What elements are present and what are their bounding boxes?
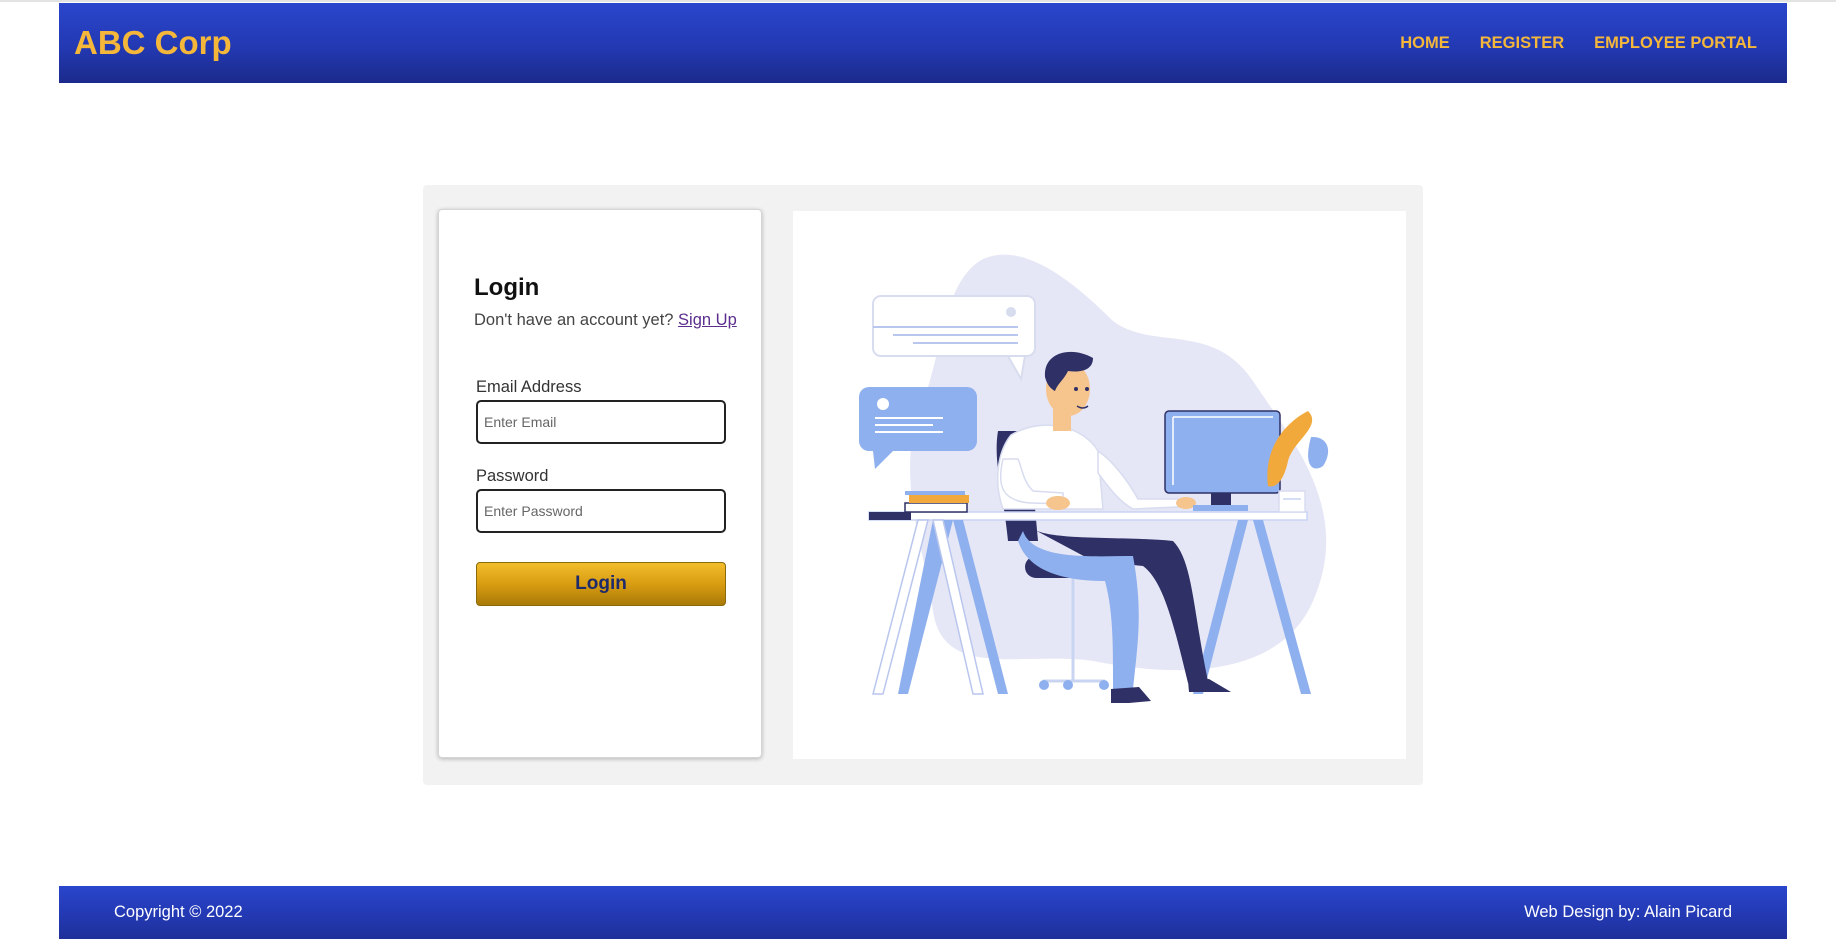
email-field[interactable] (476, 400, 726, 444)
login-card: Login Don't have an account yet? Sign Up… (438, 209, 762, 758)
nav-home[interactable]: HOME (1400, 34, 1450, 53)
person-at-desk-illustration (859, 254, 1329, 703)
nav-employee-portal[interactable]: EMPLOYEE PORTAL (1594, 34, 1757, 53)
password-label: Password (476, 467, 549, 485)
site-footer: Copyright © 2022 Web Design by: Alain Pi… (59, 886, 1787, 939)
login-title: Login (474, 274, 540, 301)
password-field[interactable] (476, 489, 726, 533)
email-label: Email Address (476, 378, 582, 396)
design-credit: Web Design by: Alain Picard (1524, 903, 1732, 921)
desk-illustration (793, 211, 1406, 759)
top-rule (0, 0, 1836, 2)
site-header: ABC Corp HOME REGISTER EMPLOYEE PORTAL (59, 3, 1787, 83)
copyright-text: Copyright © 2022 (114, 903, 243, 921)
nav-register[interactable]: REGISTER (1480, 34, 1564, 53)
login-panel: Login Don't have an account yet? Sign Up… (423, 185, 1423, 785)
login-button[interactable]: Login (476, 562, 726, 606)
brand-logo[interactable]: ABC Corp (74, 24, 232, 62)
main-nav: HOME REGISTER EMPLOYEE PORTAL (1400, 34, 1757, 53)
signup-prompt: Don't have an account yet? Sign Up (474, 311, 737, 330)
signup-link[interactable]: Sign Up (678, 311, 737, 329)
signup-prompt-text: Don't have an account yet? (474, 311, 674, 329)
